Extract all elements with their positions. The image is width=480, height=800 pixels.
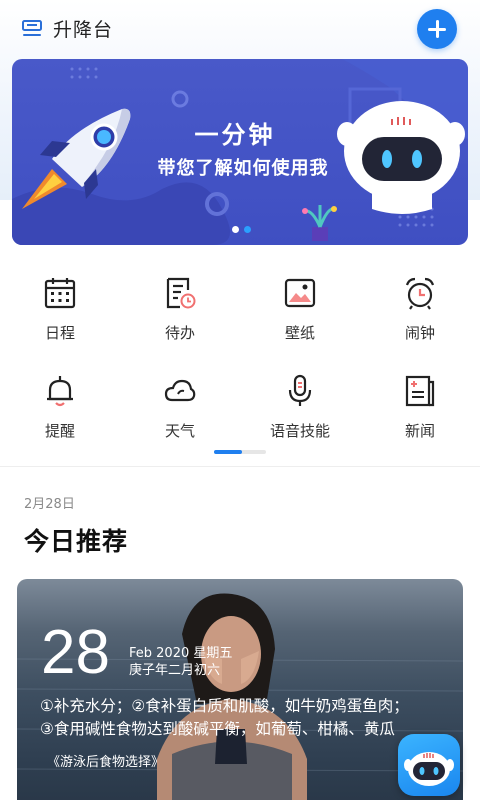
alarm-clock-icon: [405, 277, 435, 310]
shortcut-wallpaper[interactable]: 壁纸: [240, 262, 360, 360]
shortcut-alarm[interactable]: 闹钟: [360, 262, 480, 360]
shortcut-label: 天气: [164, 422, 195, 440]
shortcut-label: 壁纸: [284, 324, 315, 342]
shortcut-pager: [214, 450, 266, 454]
card-source: 《游泳后食物选择》: [47, 755, 165, 770]
card-tips: ①补充水分；②食补蛋白质和肌酸，如牛奶鸡蛋鱼肉； ③食用碱性食物达到酸碱平衡，如…: [40, 695, 460, 741]
bell-icon: [47, 376, 73, 407]
card-tip-line: ①补充水分；②食补蛋白质和肌酸，如牛奶鸡蛋鱼肉；: [40, 697, 409, 715]
robot-assistant-icon: [404, 752, 454, 786]
shortcut-todo[interactable]: 待办: [120, 262, 240, 360]
promo-banner[interactable]: 一分钟 带您了解如何使用我: [12, 59, 468, 245]
card-day-number: 28: [41, 618, 110, 687]
cloud-icon: [164, 379, 196, 402]
menu-icon[interactable]: [22, 20, 42, 38]
banner-subtitle: 带您了解如何使用我: [157, 158, 329, 179]
banner-pagination[interactable]: [232, 226, 262, 234]
wallpaper-icon: [284, 278, 316, 308]
shortcut-weather[interactable]: 天气: [120, 360, 240, 458]
shortcut-pager-active: [214, 450, 242, 454]
banner-dot-active[interactable]: [244, 226, 251, 233]
banner-dot[interactable]: [232, 226, 239, 233]
shortcut-label: 语音技能: [269, 422, 330, 440]
banner-title: 一分钟: [194, 121, 276, 149]
app-header: 升降台: [0, 0, 480, 58]
banner-illustration: [12, 59, 468, 245]
calendar-icon: [44, 278, 76, 309]
recommendation-date: 2月28日: [24, 497, 75, 512]
plant-illustration: [302, 205, 337, 241]
section-divider: [0, 466, 480, 467]
shortcut-schedule[interactable]: 日程: [0, 262, 120, 360]
microphone-icon: [288, 374, 312, 406]
shortcut-voice-skills[interactable]: 语音技能: [240, 360, 360, 458]
assistant-button[interactable]: [398, 734, 460, 796]
recommendation-title: 今日推荐: [24, 527, 129, 556]
add-button[interactable]: [417, 9, 457, 49]
shortcut-label: 闹钟: [404, 324, 435, 342]
card-tip-line: ③食用碱性食物达到酸碱平衡，如葡萄、柑橘、黄瓜: [40, 720, 395, 738]
shortcut-label: 待办: [164, 324, 195, 342]
shortcut-label: 日程: [44, 324, 75, 342]
card-lunar-date: 庚子年二月初六: [129, 663, 221, 678]
daily-recommendation-card[interactable]: 28 Feb 2020 星期五 庚子年二月初六 ①补充水分；②食补蛋白质和肌酸，…: [17, 579, 463, 800]
news-icon: [405, 375, 435, 407]
card-date-meta: Feb 2020 星期五 庚子年二月初六: [129, 645, 232, 679]
shortcut-label: 新闻: [404, 422, 435, 440]
app-title: 升降台: [53, 19, 114, 41]
card-month-weekday: Feb 2020 星期五: [129, 646, 233, 661]
shortcut-reminder[interactable]: 提醒: [0, 360, 120, 458]
todo-list-icon: [166, 277, 196, 309]
shortcut-grid: 日程 待办 壁纸 闹钟 提醒 天气 语音技能 新闻: [0, 262, 480, 458]
shortcut-news[interactable]: 新闻: [360, 360, 480, 458]
shortcut-label: 提醒: [44, 422, 75, 440]
